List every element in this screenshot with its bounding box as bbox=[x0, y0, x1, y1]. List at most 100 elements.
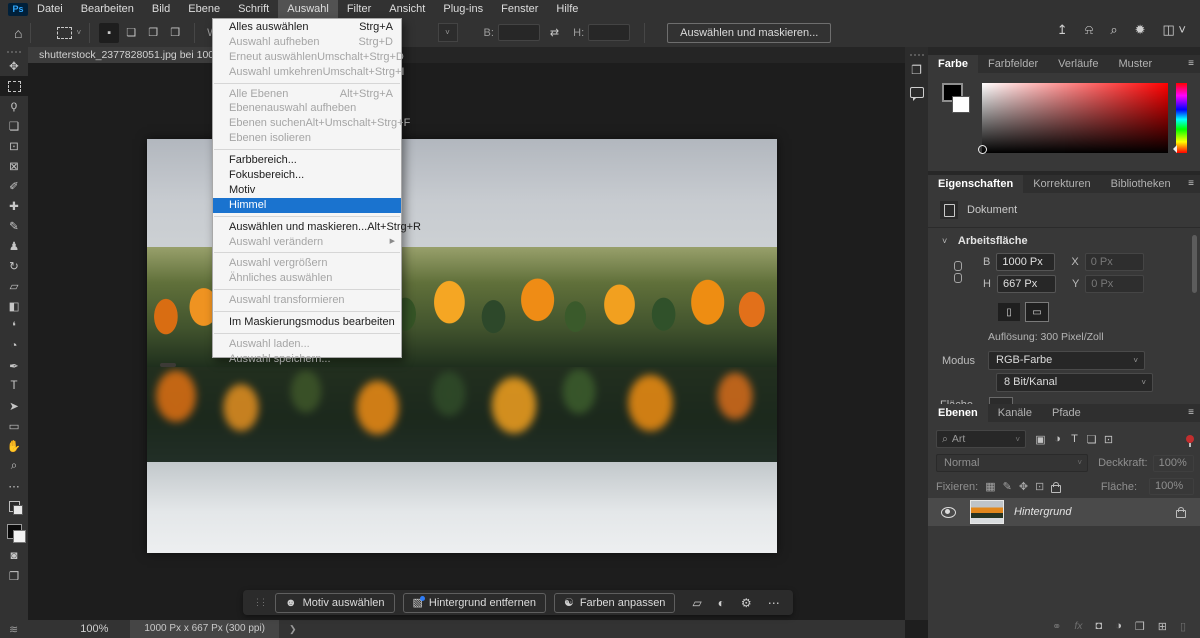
screen-mode-button[interactable]: ❐ bbox=[0, 566, 28, 586]
tab-farbe[interactable]: Farbe bbox=[928, 55, 978, 73]
adjustment-layer-icon[interactable]: ◑ bbox=[1115, 620, 1122, 632]
brush-tool[interactable]: ✎ bbox=[0, 216, 28, 236]
menu-item-auswahl-veraendern[interactable]: Auswahl verändern bbox=[213, 235, 401, 250]
menu-item-aehnliches-auswaehlen[interactable]: Ähnliches auswählen bbox=[213, 271, 401, 286]
menu-item-ebenen-suchen[interactable]: Ebenen suchen Alt+Umschalt+Strg+F bbox=[213, 116, 401, 131]
tab-farbfelder[interactable]: Farbfelder bbox=[978, 55, 1048, 73]
delete-layer-icon[interactable]: ▯ bbox=[1180, 620, 1186, 633]
canvas-width-input[interactable]: 1000 Px bbox=[996, 253, 1055, 271]
landscape-orientation-button[interactable]: ▭ bbox=[1026, 303, 1048, 321]
menu-item-auswahl-umkehren[interactable]: Auswahl umkehren Umschalt+Strg+I bbox=[213, 65, 401, 80]
new-group-icon[interactable]: ❒ bbox=[1135, 620, 1145, 633]
color-mode-dropdown[interactable]: RGB-Farbe bbox=[988, 351, 1145, 370]
crop-tool[interactable]: ⊡ bbox=[0, 136, 28, 156]
link-layers-icon[interactable]: ⚭ bbox=[1052, 620, 1061, 633]
menu-item-alle-ebenen[interactable]: Alle Ebenen Alt+Strg+A bbox=[213, 87, 401, 102]
context-bar-grip[interactable]: ⋮⋮ bbox=[253, 597, 265, 608]
lasso-tool[interactable]: ϙ bbox=[0, 96, 28, 116]
blend-mode-dropdown[interactable]: Normal bbox=[936, 454, 1088, 472]
filter-type-layers-icon[interactable]: T bbox=[1066, 433, 1083, 446]
rectangular-marquee-tool[interactable] bbox=[0, 76, 28, 96]
layer-mask-icon[interactable]: ◘ bbox=[1096, 620, 1103, 632]
layer-name[interactable]: Hintergrund bbox=[1014, 506, 1071, 518]
select-and-mask-button[interactable]: Auswählen und maskieren... bbox=[667, 23, 831, 43]
menu-filter[interactable]: Filter bbox=[338, 0, 380, 18]
menu-item-auswahl-speichern[interactable]: Auswahl speichern... bbox=[213, 352, 401, 367]
foreground-background-swatches[interactable] bbox=[0, 516, 28, 546]
discover-icon[interactable]: ✹ bbox=[1135, 22, 1146, 38]
hue-strip-marker[interactable] bbox=[1169, 145, 1177, 153]
menu-item-ebenenauswahl-aufheben[interactable]: Ebenenauswahl aufheben bbox=[213, 101, 401, 116]
hand-tool[interactable]: ✋ bbox=[0, 436, 28, 456]
tab-ebenen[interactable]: Ebenen bbox=[928, 404, 988, 422]
gradient-tool[interactable]: ◧ bbox=[0, 296, 28, 316]
portrait-orientation-button[interactable]: ▯ bbox=[998, 303, 1020, 321]
lock-pixels-icon[interactable]: ✎ bbox=[1003, 480, 1012, 493]
clone-stamp-tool[interactable]: ♟ bbox=[0, 236, 28, 256]
adjustments-icon[interactable]: ◐ bbox=[715, 596, 728, 610]
filter-smart-objects-icon[interactable]: ⊡ bbox=[1100, 433, 1117, 446]
color-field-marker[interactable] bbox=[978, 145, 987, 154]
dodge-tool[interactable]: ◔ bbox=[0, 336, 28, 356]
lock-position-icon[interactable]: ✥ bbox=[1019, 480, 1028, 493]
quick-mask-button[interactable]: ◙ bbox=[0, 546, 28, 566]
frame-tool[interactable]: ⊠ bbox=[0, 156, 28, 176]
tab-korrekturen[interactable]: Korrekturen bbox=[1023, 175, 1100, 193]
collapsed-panels-icon[interactable]: ❐ bbox=[905, 59, 928, 81]
menu-item-auswahl-vergroessern[interactable]: Auswahl vergrößern bbox=[213, 256, 401, 271]
menu-item-auswahl-aufheben[interactable]: Auswahl aufheben Strg+D bbox=[213, 35, 401, 50]
subtract-selection-icon[interactable]: ❐ bbox=[143, 23, 163, 43]
tab-verlaeufe[interactable]: Verläufe bbox=[1048, 55, 1108, 73]
home-icon[interactable]: ⌂ bbox=[14, 25, 22, 41]
menu-item-auswahl-transformieren[interactable]: Auswahl transformieren bbox=[213, 293, 401, 308]
menu-ansicht[interactable]: Ansicht bbox=[380, 0, 434, 18]
lock-transparency-icon[interactable]: ▦ bbox=[985, 480, 995, 493]
tab-pfade[interactable]: Pfade bbox=[1042, 404, 1091, 422]
new-layer-icon[interactable]: ⊞ bbox=[1158, 620, 1167, 633]
menu-plugins[interactable]: Plug-ins bbox=[434, 0, 492, 18]
status-options-chevron[interactable]: ❯ bbox=[289, 624, 297, 635]
zoom-level[interactable]: 100% bbox=[80, 623, 108, 635]
healing-brush-tool[interactable]: ✚ bbox=[0, 196, 28, 216]
layer-filter-type-dropdown[interactable]: ⌕ Art ˅ bbox=[936, 430, 1026, 448]
path-selection-tool[interactable]: ➤ bbox=[0, 396, 28, 416]
tab-eigenschaften[interactable]: Eigenschaften bbox=[928, 175, 1023, 193]
lock-all-icon[interactable] bbox=[1051, 485, 1061, 493]
canvas-area[interactable] bbox=[28, 63, 905, 620]
color-field[interactable] bbox=[982, 83, 1168, 153]
chevron-down-icon[interactable]: ˅ bbox=[76, 28, 81, 37]
layer-filter-toggle[interactable] bbox=[1186, 435, 1194, 443]
canvas-y-input[interactable]: 0 Px bbox=[1085, 275, 1144, 293]
layer-lock-icon[interactable] bbox=[1176, 510, 1186, 518]
menu-item-erneut-auswaehlen[interactable]: Erneut auswählen Umschalt+Strg+D bbox=[213, 50, 401, 65]
swap-dimensions-icon[interactable]: ⇄ bbox=[550, 26, 559, 39]
workspace-icon[interactable]: ◫ ˅ bbox=[1163, 22, 1187, 38]
canvas-section-header[interactable]: ˅ Arbeitsfläche bbox=[942, 235, 1200, 247]
menu-bearbeiten[interactable]: Bearbeiten bbox=[72, 0, 143, 18]
default-swatches-icon[interactable] bbox=[0, 496, 28, 516]
layer-row-hintergrund[interactable]: Hintergrund bbox=[928, 498, 1200, 526]
style-dropdown[interactable]: ˅ bbox=[438, 23, 458, 42]
object-selection-tool[interactable]: ❏ bbox=[0, 116, 28, 136]
edit-toolbar-button[interactable]: ⋯ bbox=[0, 476, 28, 496]
share-icon[interactable]: ↥ bbox=[1057, 22, 1068, 38]
panel-menu-icon[interactable]: ≡ bbox=[1188, 178, 1194, 189]
menu-item-ebenen-isolieren[interactable]: Ebenen isolieren bbox=[213, 131, 401, 146]
filter-shape-layers-icon[interactable]: ❏ bbox=[1083, 433, 1100, 446]
tab-bibliotheken[interactable]: Bibliotheken bbox=[1101, 175, 1181, 193]
intersect-selection-icon[interactable]: ❒ bbox=[165, 23, 185, 43]
rectangle-tool[interactable]: ▭ bbox=[0, 416, 28, 436]
eraser-tool[interactable]: ▱ bbox=[0, 276, 28, 296]
toolbar-grip[interactable] bbox=[0, 47, 28, 56]
status-left-icon[interactable]: ≋ bbox=[9, 623, 18, 636]
menu-ebene[interactable]: Ebene bbox=[179, 0, 229, 18]
eyedropper-tool[interactable]: ✐ bbox=[0, 176, 28, 196]
fill-value[interactable]: 100% bbox=[1149, 478, 1194, 495]
tab-kanaele[interactable]: Kanäle bbox=[988, 404, 1042, 422]
bit-depth-dropdown[interactable]: 8 Bit/Kanal bbox=[996, 373, 1153, 392]
opacity-value[interactable]: 100% bbox=[1153, 455, 1194, 472]
lock-artboard-icon[interactable]: ⊡ bbox=[1035, 480, 1044, 493]
tab-muster[interactable]: Muster bbox=[1108, 55, 1162, 73]
motiv-auswaehlen-button[interactable]: ☻ Motiv auswählen bbox=[275, 593, 395, 613]
menu-item-farbbereich[interactable]: Farbbereich... bbox=[213, 153, 401, 168]
